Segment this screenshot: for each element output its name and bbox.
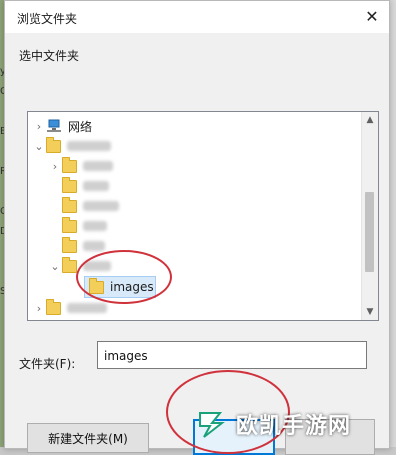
tree-item-images[interactable]: images xyxy=(84,276,156,298)
chevron-down-icon[interactable]: ⌄ xyxy=(32,140,46,153)
tree-item-blurred[interactable]: › xyxy=(48,156,113,176)
folder-icon xyxy=(62,236,77,253)
folder-icon xyxy=(62,196,77,213)
folder-icon xyxy=(62,216,77,233)
close-icon: ✕ xyxy=(365,6,379,26)
redacted-label xyxy=(67,303,107,313)
folder-tree[interactable]: › 网络 ⌄ › ⌄ images › ▲ ▼ xyxy=(27,111,379,321)
tree-item-network[interactable]: › 网络 xyxy=(32,116,92,136)
dialog-body: 选中文件夹 › 网络 ⌄ › ⌄ images › ▲ ▼ 文件夹(F): im… xyxy=(5,33,389,455)
tree-item-blurred[interactable]: ⌄ xyxy=(48,256,111,276)
chevron-right-icon[interactable]: › xyxy=(48,160,62,173)
scroll-down-icon[interactable]: ▼ xyxy=(362,304,378,320)
close-button[interactable]: ✕ xyxy=(355,1,389,31)
vertical-scrollbar[interactable]: ▲ ▼ xyxy=(361,112,378,320)
folder-icon xyxy=(46,136,61,153)
chevron-right-icon[interactable]: › xyxy=(32,120,46,133)
folder-icon xyxy=(46,298,61,315)
folder-input[interactable] xyxy=(97,341,367,369)
redacted-label xyxy=(83,221,107,231)
tree-item-blurred[interactable]: › xyxy=(32,298,107,318)
watermark: 欧凯手游网 xyxy=(182,400,396,447)
folder-icon xyxy=(62,256,77,273)
folder-icon xyxy=(62,156,77,173)
tree-item-blurred[interactable]: ⌄ xyxy=(32,136,111,156)
folder-icon xyxy=(89,277,104,294)
redacted-label xyxy=(67,141,111,151)
folder-icon xyxy=(62,176,77,193)
new-folder-button[interactable]: 新建文件夹(M) xyxy=(27,423,149,453)
redacted-label xyxy=(83,201,119,211)
redacted-label xyxy=(83,161,113,171)
tree-item-blurred[interactable] xyxy=(62,176,109,196)
watermark-logo-icon xyxy=(199,411,225,438)
scroll-up-icon[interactable]: ▲ xyxy=(362,112,378,128)
browse-folder-dialog: 浏览文件夹 ✕ 选中文件夹 › 网络 ⌄ › ⌄ images › ▲ ▼ 文件… xyxy=(4,0,390,455)
watermark-text: 欧凯手游网 xyxy=(236,413,352,439)
tree-item-label: images xyxy=(110,280,154,294)
redacted-label xyxy=(83,241,105,251)
prompt-text: 选中文件夹 xyxy=(19,49,80,63)
folder-field-label: 文件夹(F): xyxy=(19,357,76,371)
scrollbar-thumb[interactable] xyxy=(365,192,374,272)
title-bar: 浏览文件夹 ✕ xyxy=(5,1,389,33)
chevron-down-icon[interactable]: ⌄ xyxy=(48,260,62,273)
tree-item-blurred[interactable] xyxy=(62,216,107,236)
dialog-title: 浏览文件夹 xyxy=(17,12,78,26)
redacted-label xyxy=(83,181,109,191)
tree-item-label: 网络 xyxy=(68,119,93,134)
tree-item-blurred[interactable] xyxy=(62,196,119,216)
network-icon xyxy=(47,119,61,132)
redacted-label xyxy=(83,261,111,271)
tree-item-blurred[interactable] xyxy=(62,236,105,256)
chevron-right-icon[interactable]: › xyxy=(32,302,46,315)
